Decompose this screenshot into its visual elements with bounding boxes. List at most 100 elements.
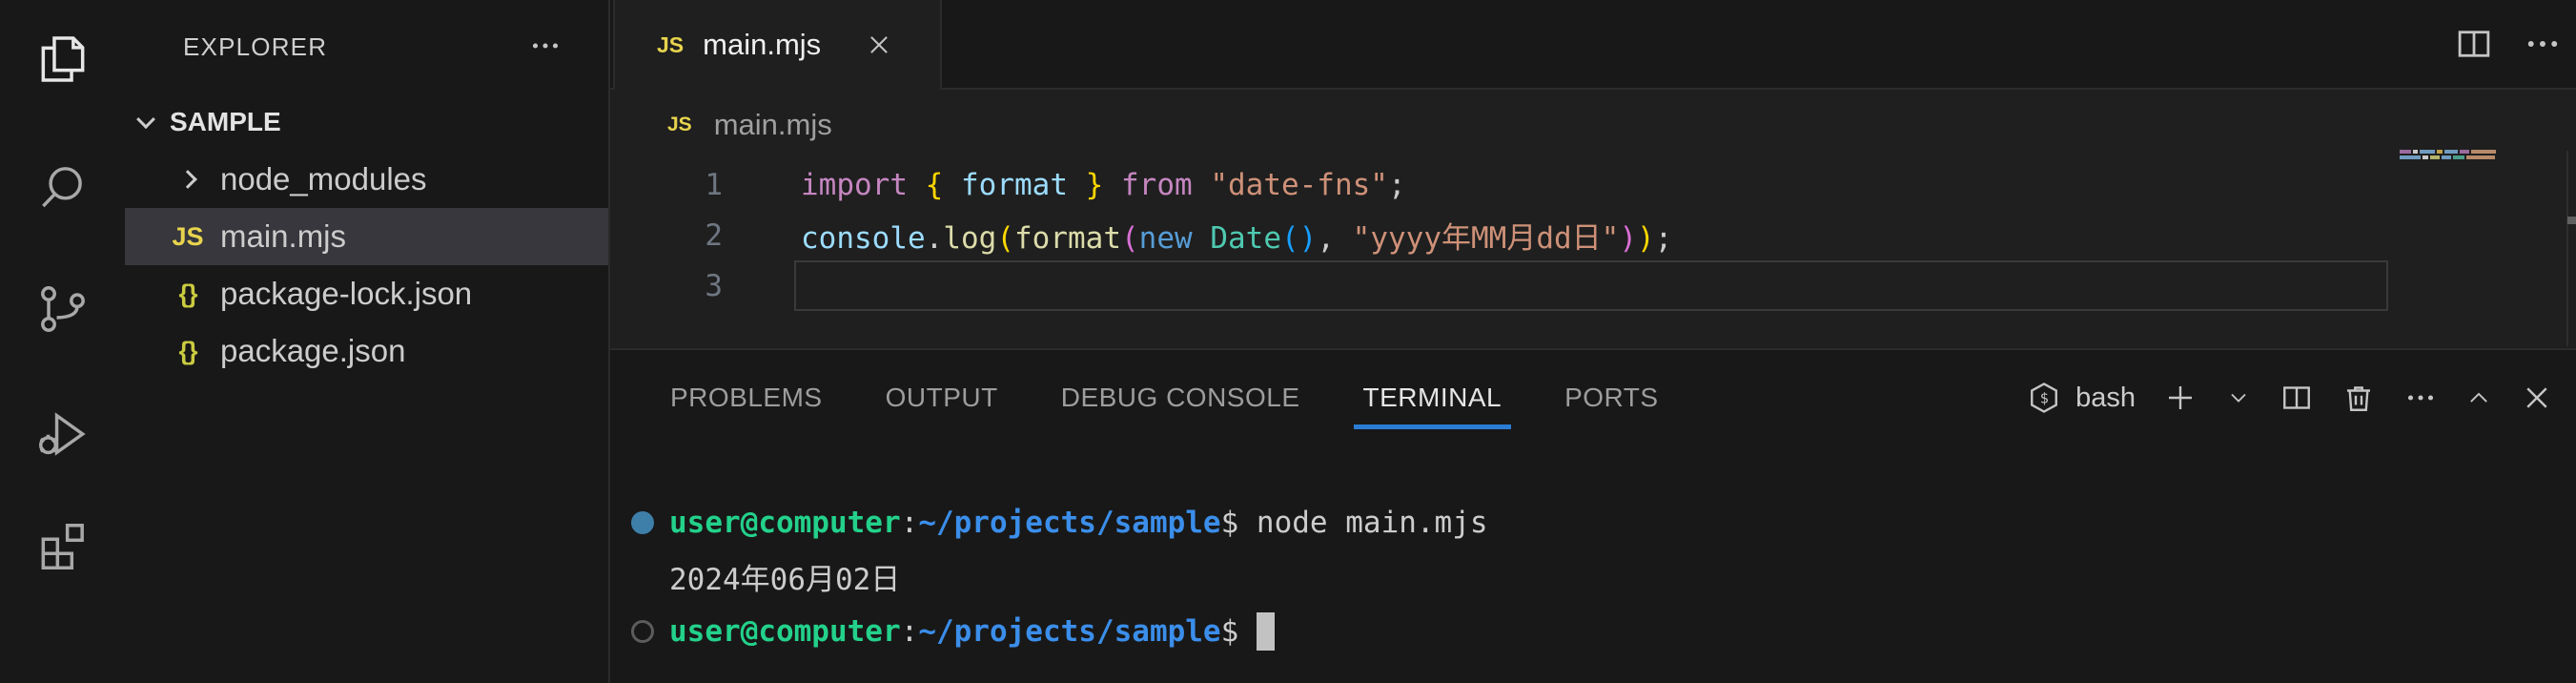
tab-main-mjs[interactable]: JS main.mjs [613,0,942,90]
code-token [1335,221,1353,256]
debug-play-bug-icon [33,404,92,464]
breadcrumb-file-label: main.mjs [714,108,832,142]
overview-ruler-cursor-marker[interactable] [2567,217,2576,224]
panel-header: PROBLEMSOUTPUTDEBUG CONSOLETERMINALPORTS… [610,350,2576,445]
code-token: ) [1299,221,1318,256]
chevron-right-icon [178,170,197,189]
panel-tab-ports[interactable]: PORTS [1533,350,1689,445]
minimap-segment [2420,150,2435,154]
command-decoration-placeholder-icon[interactable] [631,620,654,643]
terminal-content[interactable]: user@computer:~/projects/sample$ node ma… [610,445,2576,658]
tab-close-button[interactable] [863,29,895,61]
search-icon [33,159,92,218]
sidebar-item-main.mjs[interactable]: JS main.mjs [125,208,608,265]
code-text: import { format } from "date-fns"; [801,168,1406,202]
terminal-text: user@computer [669,506,901,540]
code-editor[interactable]: 1import { format } from "date-fns";2cons… [610,159,2576,311]
code-token: ; [1388,168,1406,202]
code-line-1[interactable]: 1import { format } from "date-fns"; [610,159,2576,210]
chevron-down-icon[interactable] [2225,384,2252,411]
minimap-segment [2430,155,2440,159]
sidebar-item-package.json[interactable]: {}package.json [125,322,608,380]
editor-group: JS main.mjs JS [610,0,2576,348]
minimap-segment [2437,150,2443,154]
ellipsis-icon [528,29,562,63]
split-editor-icon[interactable] [2454,24,2494,64]
code-line-3[interactable]: 3 [610,260,2576,311]
code-token [908,168,926,202]
code-token: format [1014,221,1121,256]
file-name: node_modules [220,161,427,197]
sidebar-item-run-and-debug[interactable] [0,403,125,466]
sidebar-item-node_modules[interactable]: node_modules [125,151,608,208]
sidebar-title: EXPLORER [183,32,327,62]
terminal-text: user@computer [669,614,901,649]
code-token: "date-fns" [1210,168,1388,202]
panel-tab-output[interactable]: OUTPUT [854,350,1030,445]
code-token: format [961,168,1068,202]
code-token: , [1317,221,1335,256]
js-file-icon: JS [657,32,684,58]
terminal-line: user@computer:~/projects/sample$ [610,604,2576,658]
command-decoration-success-icon[interactable] [631,511,654,534]
file-name: package-lock.json [220,276,472,312]
bottom-panel: PROBLEMSOUTPUTDEBUG CONSOLETERMINALPORTS… [610,348,2576,683]
code-line-2[interactable]: 2console.log(format(new Date(), "yyyy年MM… [610,210,2576,260]
code-token: . [926,221,944,256]
panel-tab-problems[interactable]: PROBLEMS [639,350,854,445]
json-file-icon: {} [167,279,209,309]
more-actions-icon[interactable] [2523,24,2563,64]
terminal-text: ~/projects/sample [918,506,1220,540]
json-file-icon: {} [167,337,209,366]
close-panel-icon[interactable] [2520,381,2554,415]
terminal-text: : [901,614,919,649]
split-terminal-icon[interactable] [2280,381,2314,415]
terminal-text: 2024年06月02日 [669,555,900,598]
explorer-more-actions-button[interactable] [528,29,566,63]
terminal-text: ~/projects/sample [918,614,1220,649]
terminal-line: 2024年06月02日 [610,549,2576,604]
panel-tab-terminal[interactable]: TERMINAL [1332,350,1534,445]
code-token: new [1139,221,1193,256]
svg-text:$: $ [2040,389,2049,406]
js-file-icon: JS [167,222,209,252]
js-file-icon: JS [667,114,692,136]
sidebar-item-source-control[interactable] [0,278,125,341]
code-text: console.log(format(new Date(), "yyyy年MM月… [801,214,1672,257]
code-token: ( [1281,221,1299,256]
bash-terminal-icon: $ [2027,381,2061,415]
chevron-down-icon [136,110,155,129]
code-token: from [1121,168,1193,202]
extensions-icon [33,517,92,576]
git-branch-icon [33,279,92,339]
terminal-shell-label[interactable]: bash [2075,383,2136,414]
code-lines: 1import { format } from "date-fns";2cons… [610,159,2576,311]
minimap-segment [2413,150,2418,154]
minimap[interactable] [2400,150,2496,161]
tab-label: main.mjs [703,28,821,62]
terminal-line: user@computer:~/projects/sample$ node ma… [610,495,2576,549]
terminal-text: $ [1221,614,1257,649]
sidebar-item-search[interactable] [0,157,125,220]
kill-terminal-trash-icon[interactable] [2341,381,2376,415]
sidebar-item-extensions[interactable] [0,515,125,578]
explorer-sidebar: EXPLORER SAMPLE node_modules JS main.mjs {}… [125,0,610,683]
panel-tab-debug-console[interactable]: DEBUG CONSOLE [1030,350,1332,445]
folder-section-sample[interactable]: SAMPLE [125,93,608,151]
panel-tabs: PROBLEMSOUTPUTDEBUG CONSOLETERMINALPORTS [639,350,1690,445]
code-token [1193,168,1211,202]
breadcrumb[interactable]: JS main.mjs [610,90,2576,159]
code-token: console [801,221,926,256]
new-terminal-icon[interactable] [2163,381,2198,415]
file-name: main.mjs [220,218,346,255]
more-actions-icon[interactable] [2403,381,2438,415]
sidebar-item-explorer[interactable] [0,28,125,91]
minimap-segment [2466,155,2495,159]
maximize-panel-chevron-up-icon[interactable] [2465,384,2492,411]
panel-actions: $ bash [2027,350,2554,445]
minimap-segment [2453,155,2464,159]
minimap-line [2400,150,2496,154]
code-token: ; [1655,221,1673,256]
code-token: } [1086,168,1104,202]
sidebar-item-package-lock.json[interactable]: {} package-lock.json [125,265,608,322]
